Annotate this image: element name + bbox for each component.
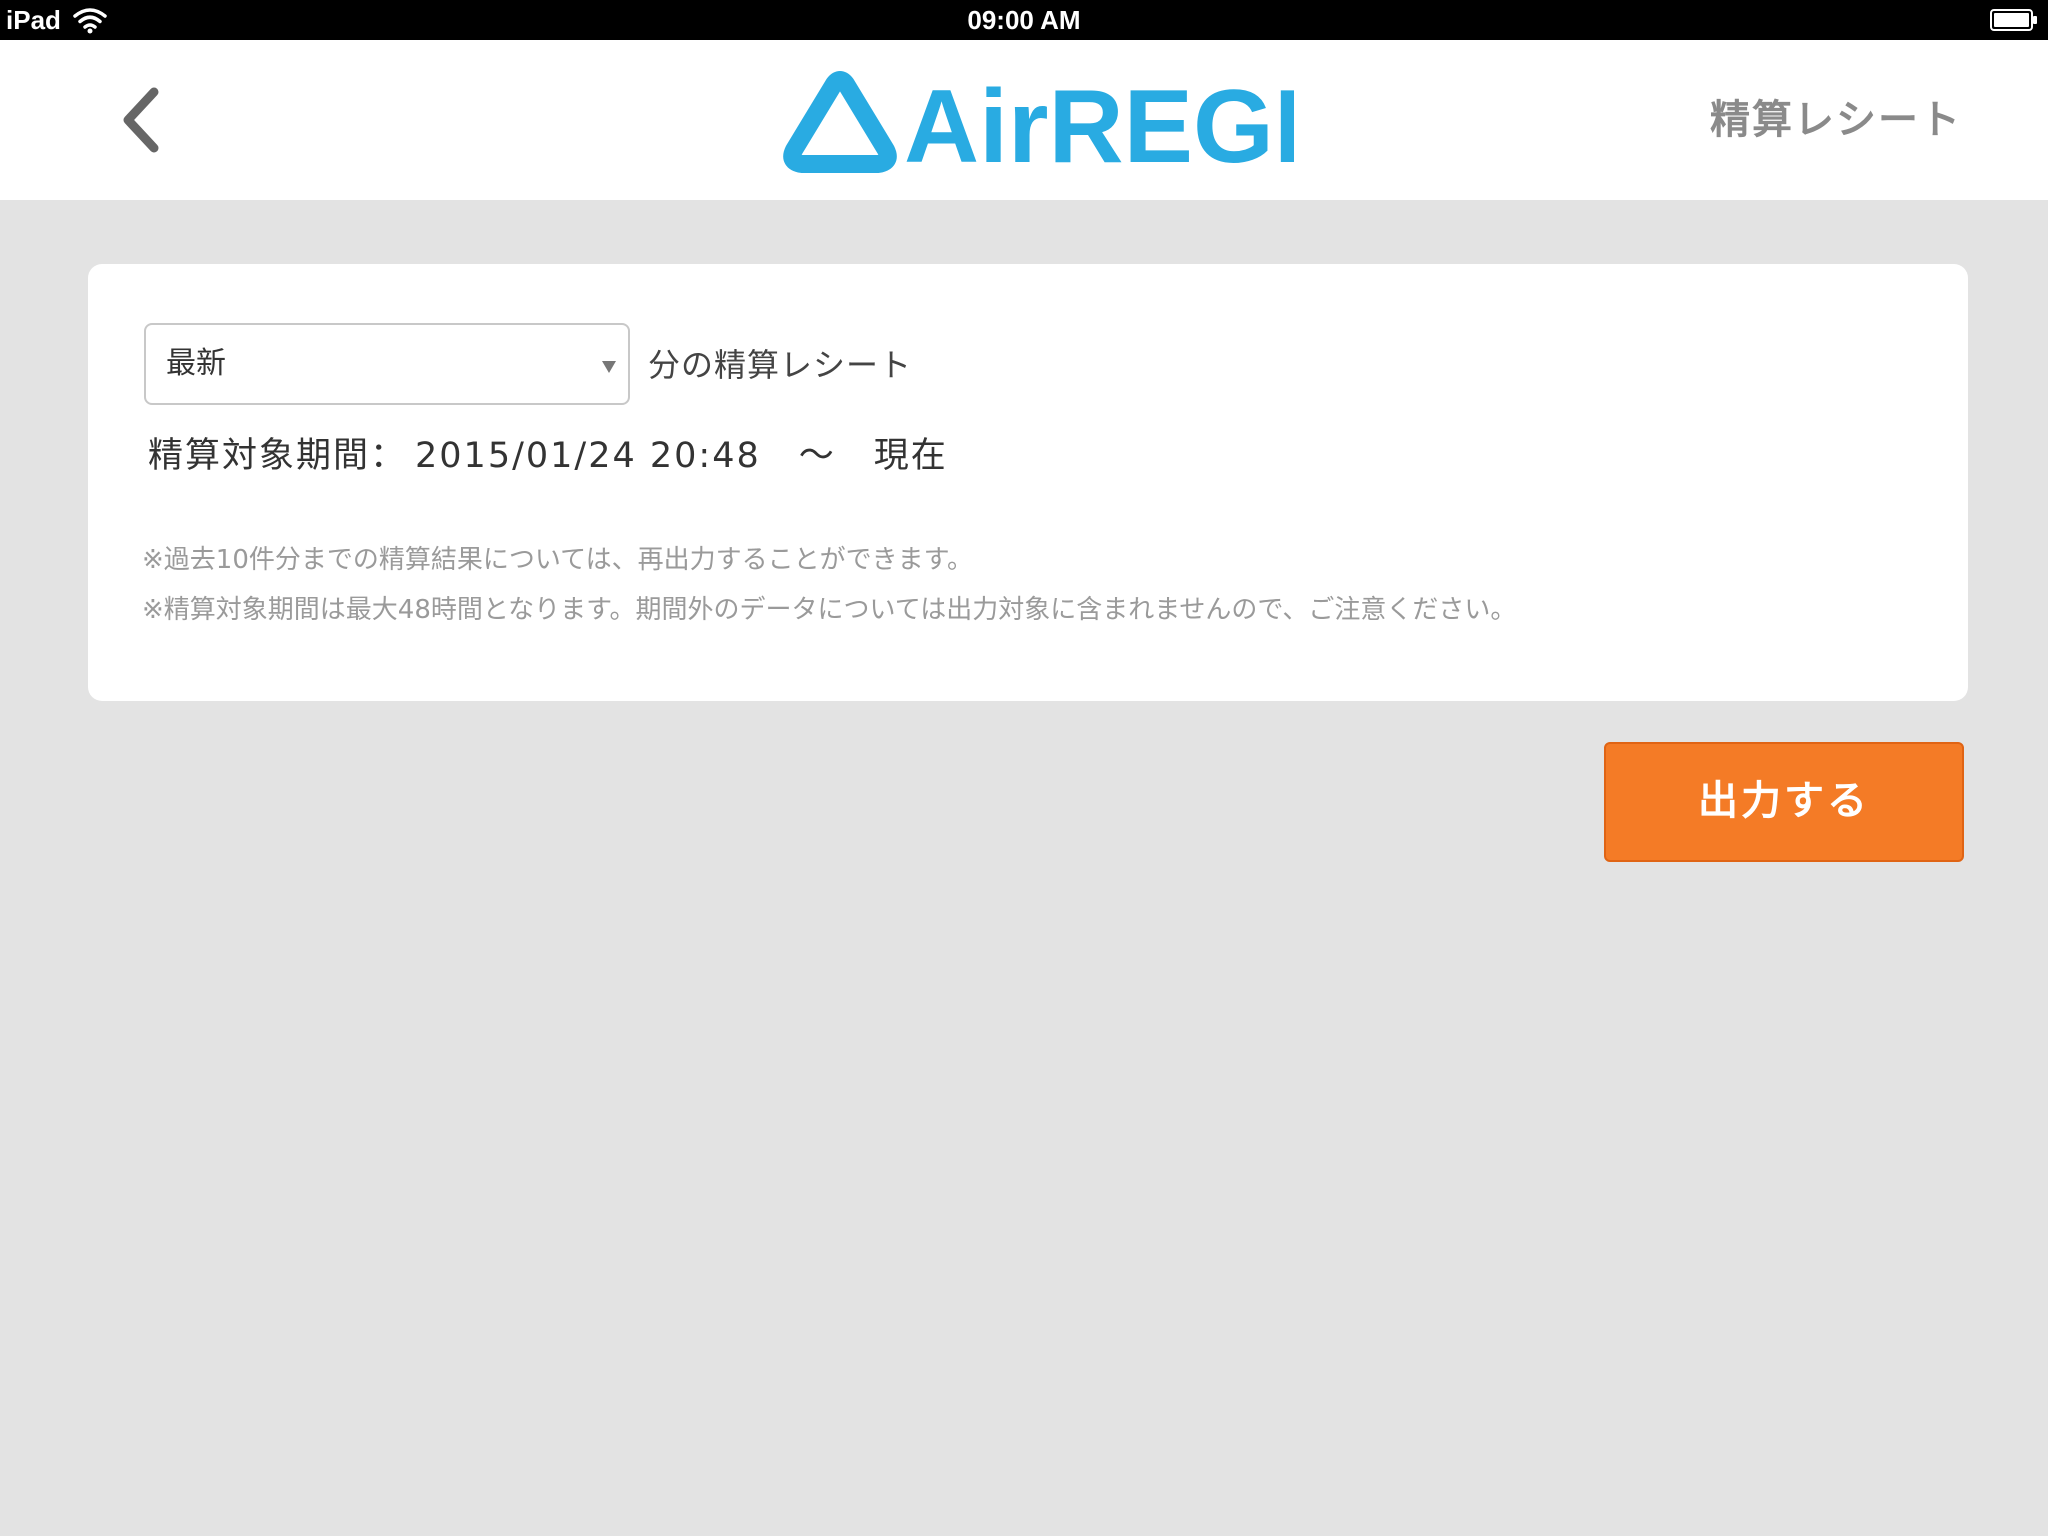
note-line: ※精算対象期間は最大48時間となります。期間外のデータについては出力対象に含まれ… bbox=[142, 595, 1517, 625]
receipt-period-select[interactable]: 最新 bbox=[144, 323, 630, 405]
output-button[interactable]: 出力する bbox=[1604, 742, 1964, 862]
note-line: ※過去10件分までの精算結果については、再出力することができます。 bbox=[142, 545, 973, 575]
settlement-period-label: 精算対象期間： bbox=[148, 436, 408, 476]
dropdown-arrow-icon bbox=[602, 361, 616, 373]
notes: ※過去10件分までの精算結果については、再出力することができます。 ※精算対象期… bbox=[142, 535, 1516, 635]
airregi-logo: AirREGI bbox=[783, 69, 1294, 185]
receipt-settings-card: 最新 分の精算レシート 精算対象期間： 2015/01/24 20:48 〜現在 ※… bbox=[88, 264, 1968, 701]
settlement-period: 精算対象期間： 2015/01/24 20:48 〜現在 bbox=[148, 428, 948, 484]
navigation-bar: AirREGI 精算レシート bbox=[0, 40, 2048, 200]
page-title: 精算レシート bbox=[1710, 97, 1962, 143]
select-suffix-label: 分の精算レシート bbox=[648, 346, 913, 384]
battery-icon bbox=[1990, 9, 2037, 31]
logo-text: AirREGI bbox=[904, 69, 1294, 185]
settlement-period-end: 現在 bbox=[873, 436, 948, 476]
status-time: 09:00 AM bbox=[967, 5, 1081, 35]
settlement-period-separator: 〜 bbox=[798, 436, 836, 476]
receipt-period-select-value: 最新 bbox=[166, 346, 226, 381]
settlement-period-start: 2015/01/24 20:48 bbox=[415, 436, 761, 476]
back-button[interactable] bbox=[100, 78, 184, 162]
chevron-left-icon bbox=[123, 87, 159, 153]
status-bar: iPad 09:00 AM bbox=[0, 0, 2048, 40]
